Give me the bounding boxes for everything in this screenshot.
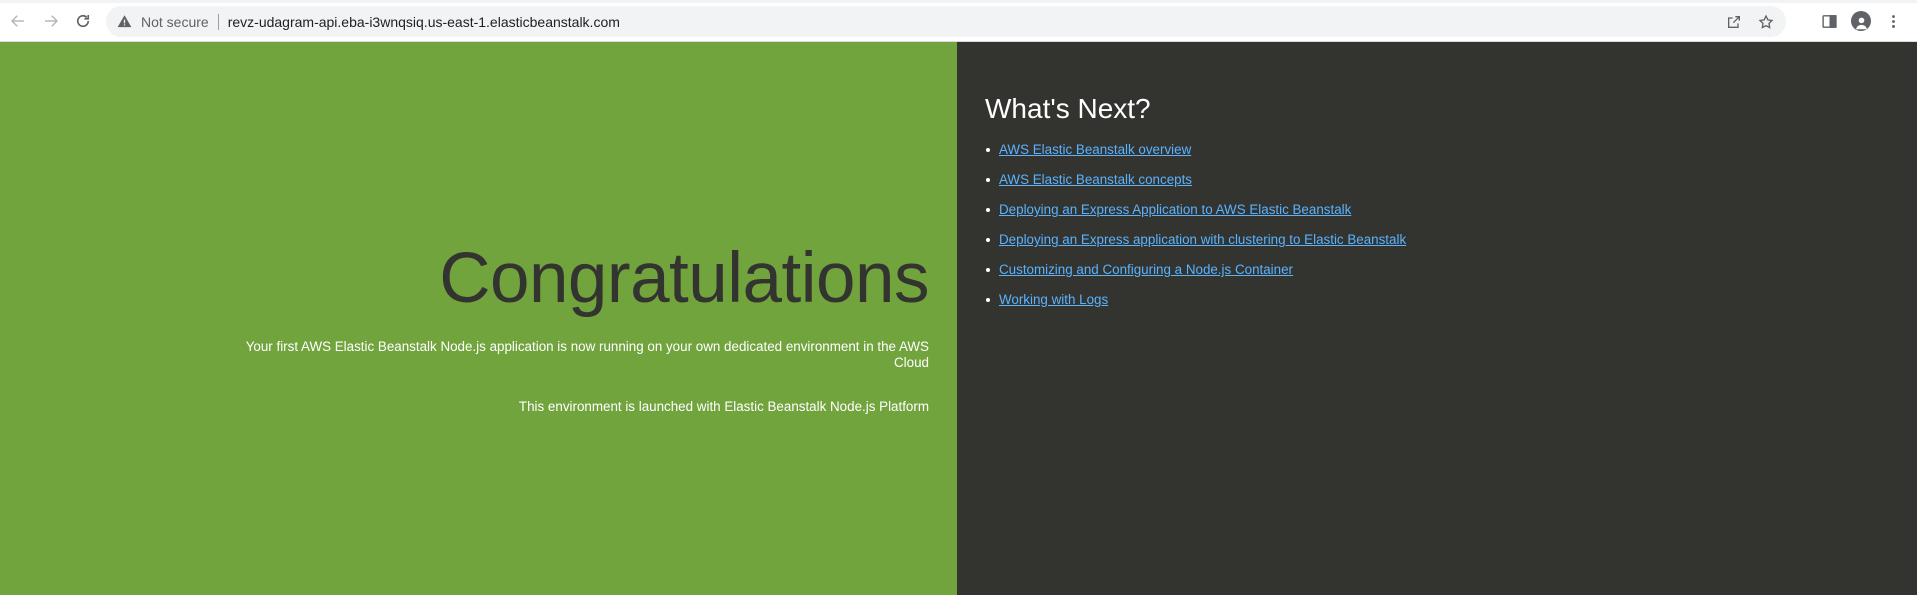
link-eb-overview[interactable]: AWS Elastic Beanstalk overview (999, 142, 1191, 157)
toolbar-right (1815, 7, 1907, 35)
profile-avatar-icon (1851, 11, 1871, 31)
link-deploy-express-clustering[interactable]: Deploying an Express application with cl… (999, 232, 1406, 247)
list-item: AWS Elastic Beanstalk overview (986, 142, 1406, 158)
omnibox-divider (217, 13, 219, 30)
platform-message: This environment is launched with Elasti… (518, 399, 929, 414)
address-bar[interactable]: Not secure revz-udagram-api.eba-i3wnqsiq… (106, 6, 1786, 37)
whats-next-heading: What's Next? (985, 93, 1151, 124)
kebab-menu-icon[interactable] (1879, 7, 1907, 35)
bullet-icon (986, 298, 990, 302)
congratulations-panel: Congratulations Your first AWS Elastic B… (0, 42, 957, 595)
bullet-icon (986, 268, 990, 272)
profile-button[interactable] (1847, 7, 1875, 35)
bullet-icon (986, 178, 990, 182)
star-icon[interactable] (1752, 8, 1780, 36)
running-message: Your first AWS Elastic Beanstalk Node.js… (245, 339, 929, 370)
congratulations-heading: Congratulations (439, 239, 929, 318)
back-button[interactable] (4, 7, 32, 35)
bullet-icon (986, 238, 990, 242)
link-eb-concepts[interactable]: AWS Elastic Beanstalk concepts (999, 172, 1192, 187)
list-item: Working with Logs (986, 292, 1406, 308)
link-deploy-express[interactable]: Deploying an Express Application to AWS … (999, 202, 1351, 217)
warning-icon[interactable] (116, 14, 132, 30)
share-icon[interactable] (1720, 8, 1748, 36)
omnibox-actions (1720, 6, 1780, 37)
forward-button[interactable] (37, 7, 65, 35)
page-content: Congratulations Your first AWS Elastic B… (0, 42, 1917, 595)
bullet-icon (986, 208, 990, 212)
tab-strip-edge (0, 0, 1917, 3)
link-working-with-logs[interactable]: Working with Logs (999, 292, 1108, 307)
list-item: Deploying an Express application with cl… (986, 232, 1406, 248)
back-arrow-icon (9, 12, 27, 30)
resource-link-list: AWS Elastic Beanstalk overview AWS Elast… (985, 142, 1406, 322)
list-item: Customizing and Configuring a Node.js Co… (986, 262, 1406, 278)
list-item: AWS Elastic Beanstalk concepts (986, 172, 1406, 188)
reload-button[interactable] (69, 7, 97, 35)
url-text[interactable]: revz-udagram-api.eba-i3wnqsiq.us-east-1.… (228, 14, 620, 30)
forward-arrow-icon (42, 12, 60, 30)
list-item: Deploying an Express Application to AWS … (986, 202, 1406, 218)
reload-icon (74, 12, 92, 30)
bullet-icon (986, 148, 990, 152)
whats-next-panel: What's Next? AWS Elastic Beanstalk overv… (957, 42, 1917, 595)
side-panel-icon[interactable] (1815, 7, 1843, 35)
link-customizing-nodejs[interactable]: Customizing and Configuring a Node.js Co… (999, 262, 1293, 277)
browser-toolbar: Not secure revz-udagram-api.eba-i3wnqsiq… (0, 0, 1917, 42)
security-status-label[interactable]: Not secure (141, 14, 209, 30)
